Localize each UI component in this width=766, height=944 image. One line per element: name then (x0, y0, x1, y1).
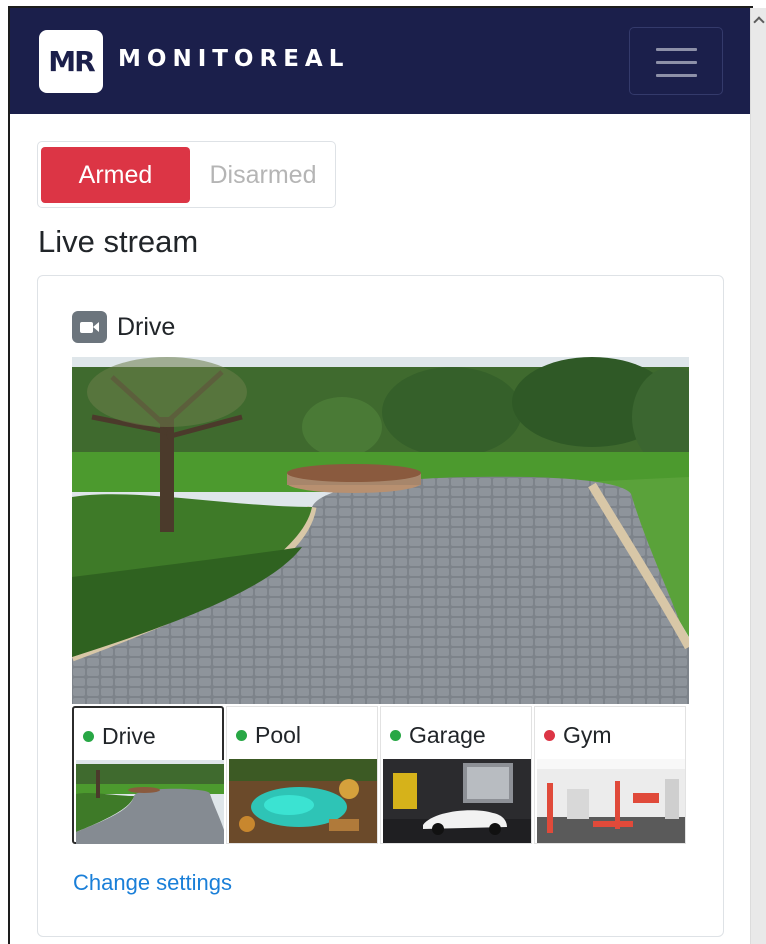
camera-thumbnail-strip: Drive Pool Garage Gym (72, 706, 689, 844)
thumbnail-name: Pool (255, 722, 302, 748)
hamburger-icon (656, 48, 697, 51)
browser-frame: MR MONITOREAL Armed Disarmed Live stream… (0, 0, 766, 944)
window-left-border (8, 8, 10, 944)
status-online-icon (83, 731, 94, 742)
thumbnail-image (383, 759, 531, 843)
thumbnail-image (229, 759, 377, 843)
hamburger-icon-bar (656, 61, 697, 64)
disarmed-button[interactable]: Disarmed (193, 147, 333, 203)
arm-toggle-group: Armed Disarmed (37, 141, 336, 208)
armed-button[interactable]: Armed (41, 147, 190, 203)
driveway-scene (72, 357, 689, 704)
camera-thumbnail-gym[interactable]: Gym (534, 706, 686, 844)
scroll-up-arrow-icon[interactable] (753, 14, 765, 26)
camera-thumbnail-pool[interactable]: Pool (226, 706, 378, 844)
brand-name[interactable]: MONITOREAL (118, 46, 349, 72)
camera-header: Drive (72, 311, 175, 343)
scrollbar[interactable] (750, 8, 766, 944)
video-camera-icon (72, 311, 107, 343)
thumbnail-label: Drive (83, 723, 156, 750)
status-online-icon (236, 730, 247, 741)
status-offline-icon (544, 730, 555, 741)
live-stream-video[interactable] (72, 357, 689, 704)
camera-thumbnail-drive[interactable]: Drive (72, 706, 224, 844)
thumbnail-name: Gym (563, 722, 612, 748)
live-stream-card: Drive Drive Pool Garage Gym Change setti… (37, 275, 724, 937)
menu-toggle-button[interactable] (629, 27, 723, 95)
thumbnail-image (76, 760, 224, 844)
thumbnail-label: Pool (236, 722, 301, 749)
camera-thumbnail-garage[interactable]: Garage (380, 706, 532, 844)
change-settings-link[interactable]: Change settings (73, 870, 232, 896)
navbar: MR MONITOREAL (10, 8, 750, 114)
camera-title: Drive (117, 312, 176, 341)
brand-logo[interactable]: MR (39, 30, 103, 93)
thumbnail-label: Garage (390, 722, 486, 749)
page-title: Live stream (38, 224, 199, 259)
thumbnail-image (537, 759, 685, 843)
thumbnail-name: Garage (409, 722, 486, 748)
thumbnail-label: Gym (544, 722, 612, 749)
status-online-icon (390, 730, 401, 741)
thumbnail-name: Drive (102, 723, 156, 749)
hamburger-icon-bar (656, 74, 697, 77)
logo-text: MR (48, 45, 95, 78)
